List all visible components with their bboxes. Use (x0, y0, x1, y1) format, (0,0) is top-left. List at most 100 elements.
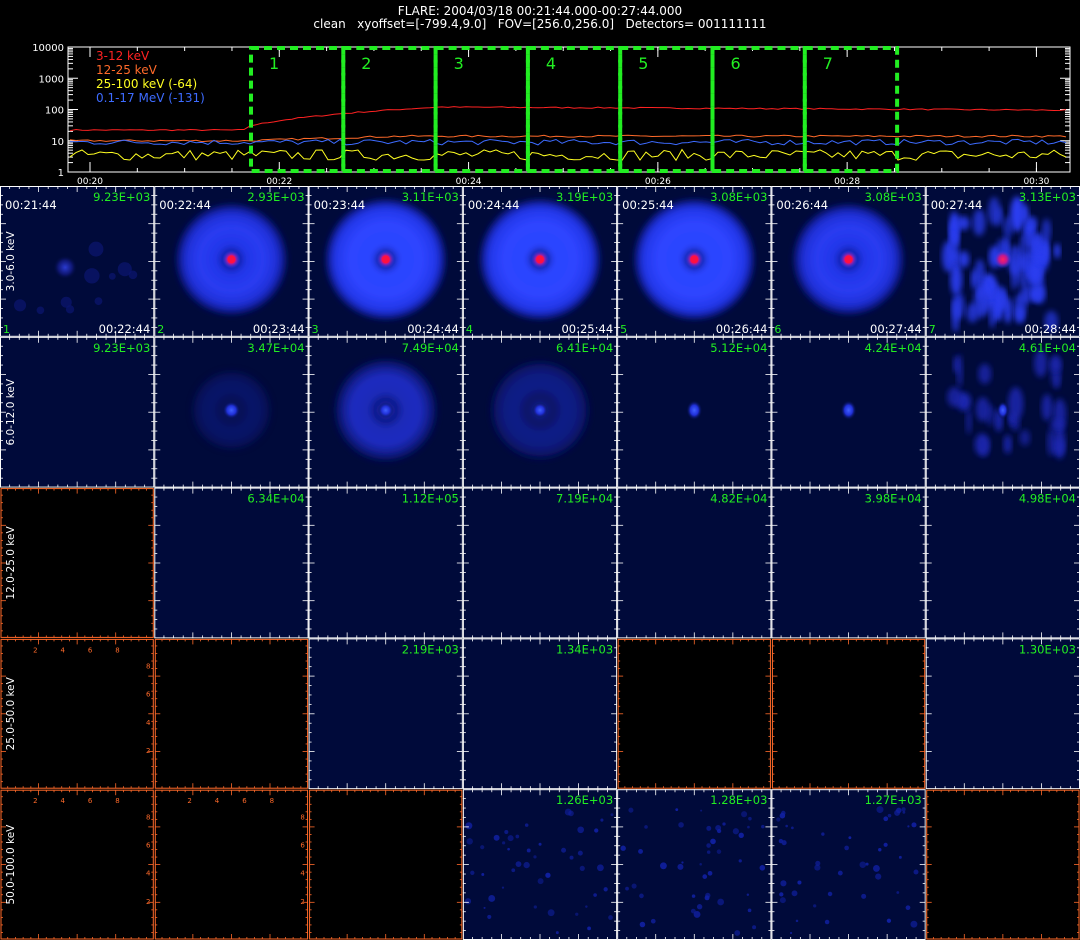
image-cell (154, 487, 309, 639)
axis-tick-label: 2 (33, 646, 37, 654)
max-value-label: 4.98E+04 (1019, 492, 1076, 506)
lightcurve-panel: 10000 1000 100 10 1 00:20 00:22 00:24 00:26 00:28… (32, 43, 1071, 185)
source-image (686, 400, 703, 421)
interval-box (710, 46, 807, 173)
image-cell (0, 789, 155, 940)
image-cell (771, 487, 926, 639)
image-cell (308, 789, 463, 940)
image-cell (617, 638, 772, 790)
max-value-label: 1.12E+05 (402, 492, 459, 506)
max-value-label: 4.61E+04 (1019, 341, 1076, 355)
image-cell (154, 789, 309, 940)
image-cell (462, 638, 618, 790)
plot-subtitle: clean xyoffset=[-799.4,9.0] FOV=[256.0,2… (313, 17, 767, 31)
image-cell (771, 638, 926, 790)
end-time-label: 00:25:44 (561, 322, 613, 336)
max-value-label: 1.30E+03 (1019, 642, 1076, 656)
axis-tick-label: 6 (146, 841, 151, 849)
x-tick-label: 00:20 (77, 177, 103, 185)
axis-tick-label: 4 (61, 646, 66, 654)
legend-entry: 3-12 keV (96, 49, 150, 63)
y-tick-label: 100 (45, 106, 64, 117)
axis-tick-label: 2 (146, 898, 150, 906)
image-cell (462, 789, 618, 940)
source-image (323, 197, 448, 322)
image-cell (617, 487, 772, 639)
axis-tick-label: 4 (61, 797, 66, 805)
axis-tick-label: 4 (146, 719, 151, 727)
curve-25-100-kev (69, 148, 1067, 162)
y-tick-label: 10 (51, 137, 64, 148)
max-value-label: 6.34E+04 (247, 492, 304, 506)
max-value-label: 6.41E+04 (556, 341, 613, 355)
axis-tick-label: 6 (300, 841, 305, 849)
axis-tick-label: 6 (88, 646, 93, 654)
end-time-label: 00:28:44 (1024, 322, 1076, 336)
image-cell (0, 638, 155, 790)
image-cell (308, 487, 463, 639)
image-cell (925, 638, 1080, 790)
interval-number: 4 (546, 54, 556, 73)
image-cell (308, 638, 463, 790)
max-value-label: 7.49E+04 (402, 341, 459, 355)
max-value-label: 3.98E+04 (865, 492, 922, 506)
interval-index-label: 2 (157, 323, 164, 336)
axis-tick-label: 8 (146, 663, 150, 671)
end-time-label: 00:27:44 (870, 322, 922, 336)
max-value-label: 4.82E+04 (710, 492, 767, 506)
image-cell (154, 638, 309, 790)
x-tick-label: 00:28 (834, 177, 860, 185)
axis-tick-label: 6 (242, 797, 247, 805)
start-time-label: 00:21:44 (5, 198, 57, 212)
interval-number: 7 (823, 54, 833, 73)
interval-index-label: 4 (466, 323, 473, 336)
max-value-label: 1.26E+03 (556, 793, 613, 807)
interval-index-label: 1 (3, 323, 10, 336)
image-cell (0, 487, 155, 639)
start-time-label: 00:22:44 (159, 198, 211, 212)
axis-tick-label: 4 (300, 870, 305, 878)
interval-box (618, 46, 715, 173)
interval-number: 1 (269, 54, 279, 73)
interval-box (433, 46, 530, 173)
end-time-label: 00:24:44 (407, 322, 459, 336)
end-time-label: 00:26:44 (716, 322, 768, 336)
start-time-label: 00:27:44 (931, 198, 983, 212)
interval-number: 5 (638, 54, 648, 73)
end-time-label: 00:22:44 (99, 322, 151, 336)
max-value-label: 1.27E+03 (865, 793, 922, 807)
interval-number: 3 (454, 54, 464, 73)
legend-entry: 25-100 keV (-64) (96, 77, 197, 91)
source-image (790, 201, 907, 318)
start-time-label: 00:23:44 (314, 198, 366, 212)
interval-index-label: 5 (620, 323, 627, 336)
x-tick-label: 00:30 (1023, 177, 1049, 185)
axis-tick-label: 2 (146, 747, 150, 755)
max-value-label: 2.93E+03 (247, 190, 304, 204)
axis-tick-label: 4 (215, 797, 220, 805)
energy-band-label: 50.0-100.0 keV (5, 824, 17, 905)
source-image (173, 201, 290, 318)
start-time-label: 00:26:44 (776, 198, 828, 212)
source-image (478, 197, 602, 322)
interval-number: 6 (731, 54, 741, 73)
source-image (488, 358, 592, 463)
axis-tick-label: 8 (300, 813, 304, 821)
legend-entry: 0.1-17 MeV (-131) (96, 91, 205, 105)
curve-3-12-kev (69, 106, 1067, 132)
image-cell (925, 487, 1080, 639)
max-value-label: 3.19E+03 (556, 190, 613, 204)
axis-tick-label: 6 (146, 691, 151, 699)
max-value-label: 7.19E+04 (556, 492, 613, 506)
axis-tick-label: 6 (88, 797, 93, 805)
interval-box (249, 46, 346, 173)
y-tick-label: 1 (58, 168, 64, 179)
source-image (840, 400, 857, 421)
x-tick-label: 00:24 (456, 177, 482, 185)
max-value-label: 9.23E+03 (93, 190, 150, 204)
interval-index-label: 7 (929, 323, 936, 336)
image-cell (617, 789, 772, 940)
axis-tick-label: 2 (33, 797, 37, 805)
source-image (330, 355, 441, 466)
source-image (632, 197, 757, 322)
